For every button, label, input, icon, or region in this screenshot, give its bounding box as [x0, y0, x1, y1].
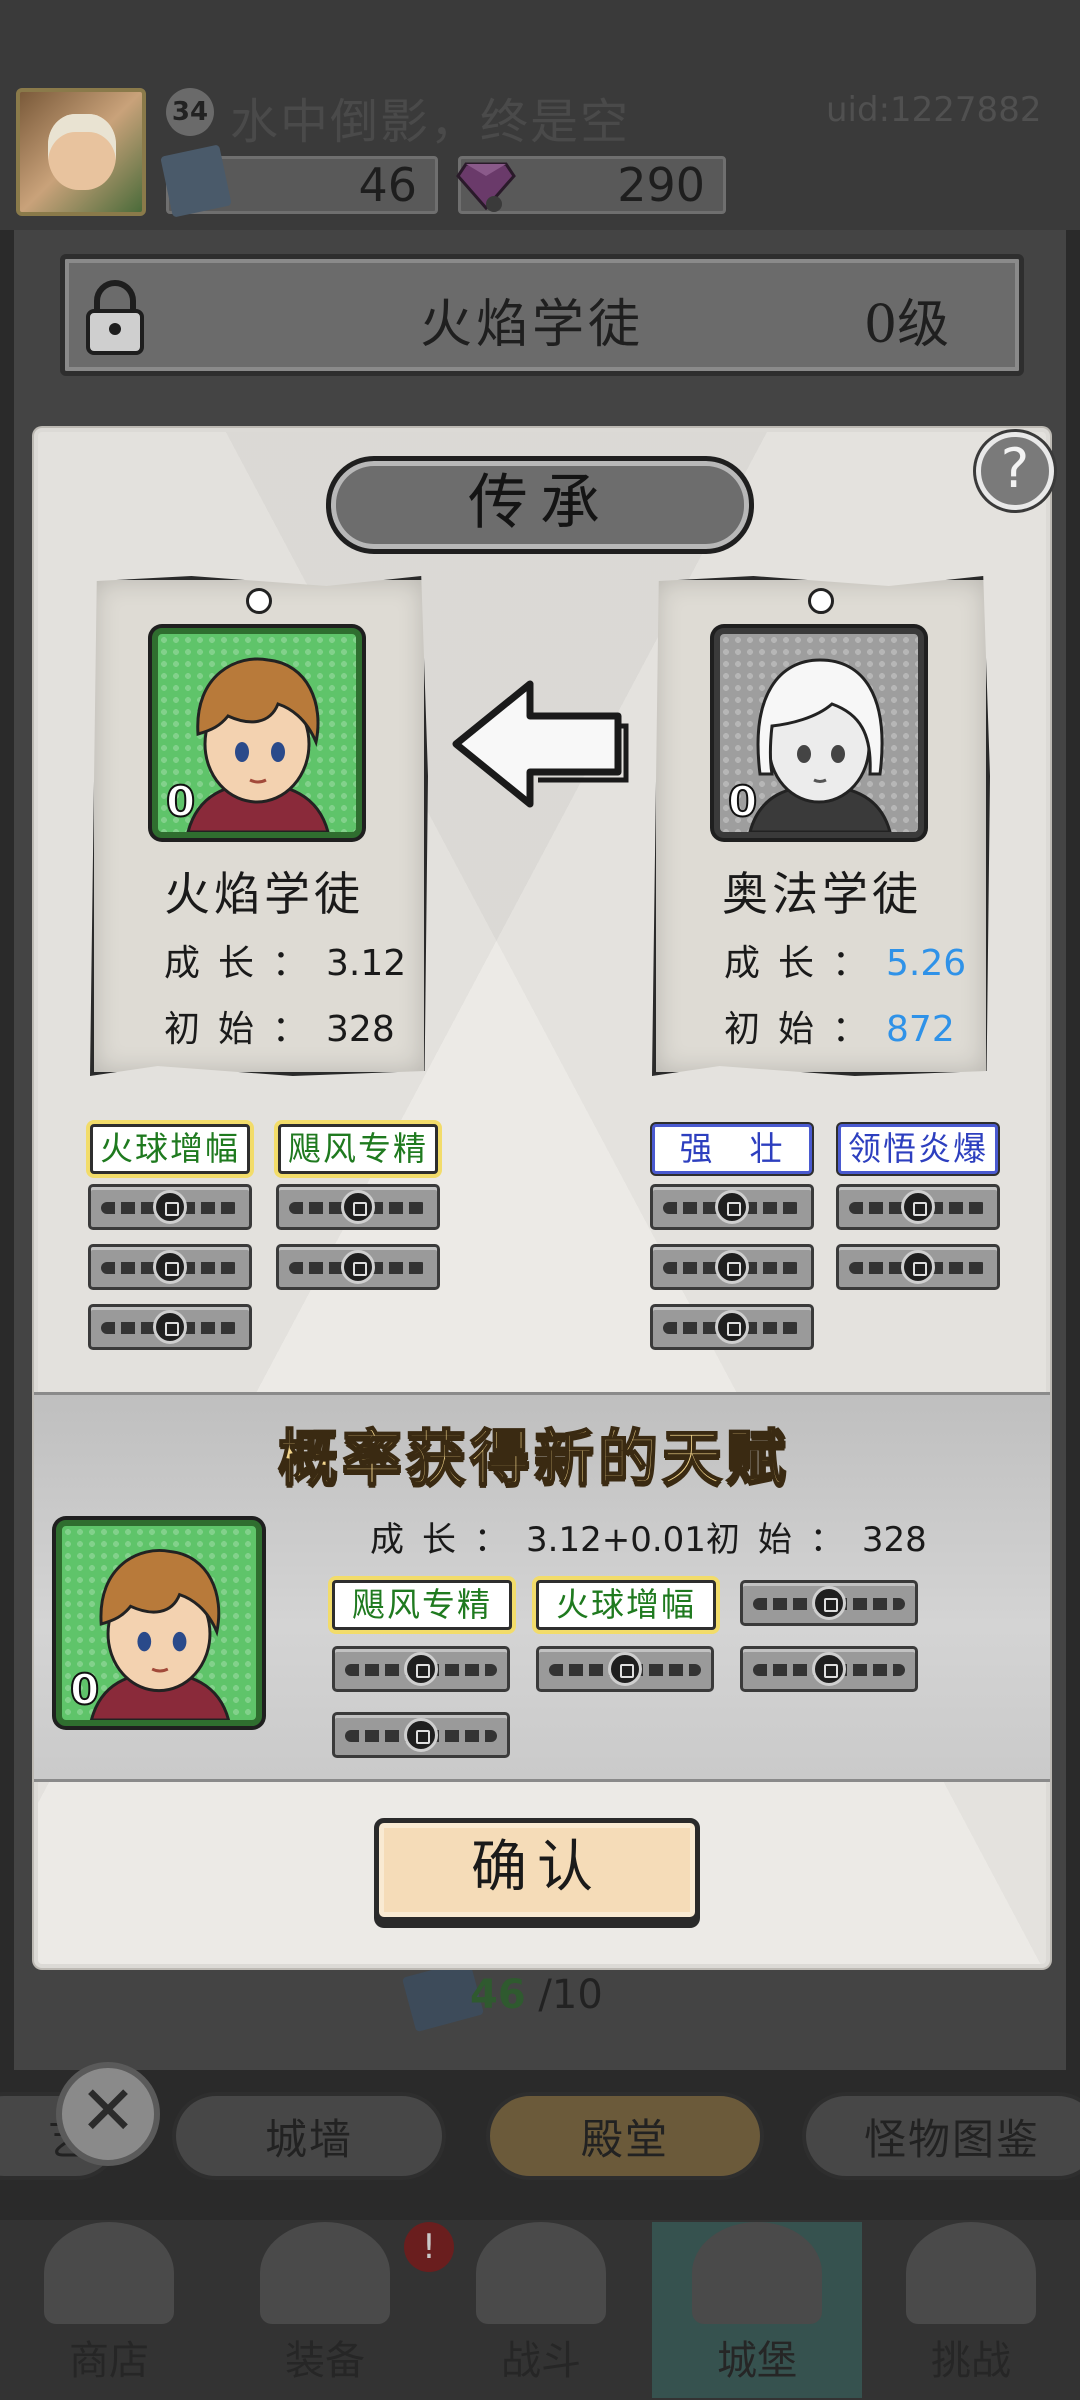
tab-hall[interactable]: 殿堂 [486, 2092, 764, 2180]
result-talent-2[interactable]: 火球增幅 [536, 1580, 716, 1630]
lock-icon [404, 1652, 438, 1686]
modal-title: 传承 [326, 456, 754, 554]
lock-icon [404, 1718, 438, 1752]
target-talent-1[interactable]: 强 壮 [652, 1124, 812, 1174]
source-initial-value: 328 [326, 1009, 395, 1050]
locked-talent-slot [536, 1646, 714, 1692]
nav-challenge-label: 挑战 [931, 2338, 1011, 2384]
pin-icon [246, 588, 272, 614]
result-stats: 成长：3.12+0.01初始：328 [370, 1512, 927, 1561]
growth-label: 成长： [164, 943, 327, 984]
locked-talent-slot [836, 1184, 1000, 1230]
player-avatar[interactable] [16, 88, 146, 216]
lock-icon [85, 279, 145, 361]
book-count: 46 /10 [470, 1972, 603, 2018]
growth-label: 成长： [370, 1520, 526, 1560]
locked-talent-slot [332, 1712, 510, 1758]
nav-battle[interactable]: 战斗 [446, 2222, 636, 2398]
player-name: 水中倒影，终是空 [230, 94, 631, 150]
nav-castle[interactable]: 城堡 [652, 2222, 862, 2398]
source-talent-1[interactable]: 火球增幅 [90, 1124, 250, 1174]
target-growth-value: 5.26 [886, 943, 967, 984]
locked-talent-slot [740, 1646, 918, 1692]
source-hero-portrait[interactable]: 0 [152, 628, 362, 838]
locked-talent-slot [88, 1244, 252, 1290]
tab-monster-guide[interactable]: 怪物图鉴 [802, 2092, 1080, 2180]
lock-icon [341, 1190, 375, 1224]
initial-label: 初始： [164, 1009, 327, 1050]
shield-icon [906, 2222, 1036, 2324]
lock-icon [608, 1652, 642, 1686]
locked-talent-slot [650, 1244, 814, 1290]
target-hero-portrait[interactable]: 0 [714, 628, 924, 838]
source-hero-level: 0 [165, 776, 196, 827]
result-growth-value: 3.12+0.01 [526, 1520, 706, 1560]
target-initial-row: 初始：872 [724, 1000, 955, 1052]
nav-battle-label: 战斗 [501, 2338, 581, 2384]
lock-icon [812, 1586, 846, 1620]
locked-talent-slot [88, 1184, 252, 1230]
source-initial-row: 初始：328 [164, 1000, 395, 1052]
book-count-current: 46 [470, 1972, 526, 2018]
locked-talent-slot [650, 1184, 814, 1230]
source-growth-value: 3.12 [326, 943, 407, 984]
source-talent-2[interactable]: 飓风专精 [278, 1124, 438, 1174]
source-hero-name: 火焰学徒 [164, 867, 364, 921]
castle-icon [692, 2222, 822, 2324]
lock-icon [715, 1310, 749, 1344]
target-growth-row: 成长：5.26 [724, 934, 966, 986]
player-level-badge: 34 [166, 88, 214, 136]
lock-icon [153, 1190, 187, 1224]
book-icon [160, 144, 232, 218]
tab-wall[interactable]: 城墙 [172, 2092, 446, 2180]
book-count-total: /10 [538, 1972, 603, 2018]
crossed-swords-icon [476, 2222, 606, 2324]
initial-label: 初始： [705, 1520, 862, 1560]
confirm-button[interactable]: 确认 [374, 1818, 700, 1922]
locked-talent-slot [650, 1304, 814, 1350]
lock-icon [715, 1190, 749, 1224]
locked-talent-slot [276, 1184, 440, 1230]
backpack-icon [260, 2222, 390, 2324]
locked-talent-slot [88, 1304, 252, 1350]
lock-icon [715, 1250, 749, 1284]
pin-icon [808, 588, 834, 614]
nav-equipment[interactable]: 装备 [230, 2222, 420, 2398]
arrow-left-icon [448, 676, 630, 816]
shop-icon [44, 2222, 174, 2324]
lock-icon [901, 1250, 935, 1284]
lock-icon [341, 1250, 375, 1284]
target-hero-level: 0 [727, 776, 758, 827]
locked-talent-slot [836, 1244, 1000, 1290]
lock-icon [153, 1250, 187, 1284]
result-hero-level: 0 [69, 1664, 100, 1715]
initial-label: 初始： [724, 1009, 887, 1050]
nav-shop[interactable]: 商店 [14, 2222, 204, 2398]
nav-challenge[interactable]: 挑战 [876, 2222, 1066, 2398]
result-initial-value: 328 [861, 1520, 927, 1560]
locked-talent-slot [332, 1646, 510, 1692]
nav-castle-label: 城堡 [717, 2338, 797, 2384]
locked-talent-slot [740, 1580, 918, 1626]
growth-label: 成长： [724, 943, 887, 984]
result-title: 概率获得新的天赋 [277, 1423, 790, 1495]
close-icon[interactable]: ✕ [56, 2062, 160, 2166]
gem-icon [456, 162, 516, 212]
source-growth-row: 成长：3.12 [164, 934, 406, 986]
target-talent-2[interactable]: 领悟炎爆 [838, 1124, 998, 1174]
help-button[interactable]: ? [976, 432, 1054, 510]
target-initial-value: 872 [886, 1009, 955, 1050]
lock-icon [901, 1190, 935, 1224]
nav-shop-label: 商店 [69, 2338, 149, 2384]
lock-icon [812, 1652, 846, 1686]
lock-icon [153, 1310, 187, 1344]
hero-level: 0级 [864, 295, 950, 355]
locked-talent-slot [276, 1244, 440, 1290]
hero-title: 火焰学徒 [420, 295, 645, 355]
nav-equipment-label: 装备 [285, 2338, 365, 2384]
result-hero-portrait: 0 [56, 1520, 262, 1726]
target-hero-name: 奥法学徒 [722, 867, 922, 921]
player-uid: uid:1227882 [826, 90, 1042, 130]
result-talent-1[interactable]: 飓风专精 [332, 1580, 512, 1630]
